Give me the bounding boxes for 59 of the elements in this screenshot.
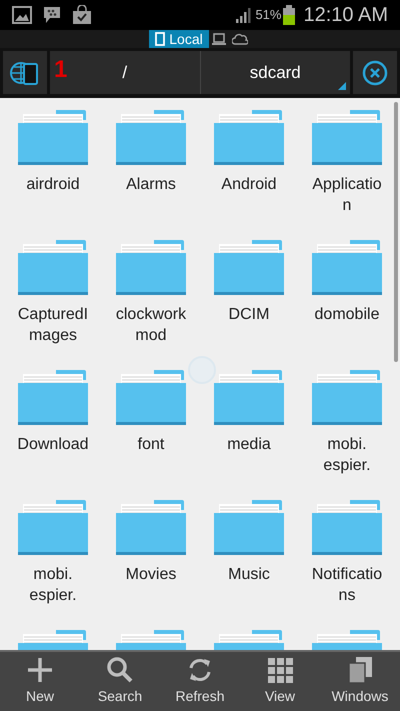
folder-icon[interactable] — [312, 240, 382, 296]
folder-icon[interactable] — [116, 370, 186, 426]
toolbar-button[interactable]: Refresh — [160, 652, 240, 711]
toolbar-button[interactable]: Search — [80, 652, 160, 711]
battery-icon — [283, 5, 296, 25]
battery-percentage: 51% — [255, 6, 282, 24]
folder-icon[interactable] — [214, 240, 284, 296]
globe-phone-icon — [10, 60, 40, 86]
folder-name: CapturedI mages — [18, 305, 88, 346]
folder-name: DCIM — [228, 305, 270, 325]
close-button[interactable] — [353, 51, 397, 94]
folder-icon[interactable] — [18, 110, 88, 166]
folder-name: media — [227, 435, 271, 455]
folder-icon[interactable] — [18, 240, 88, 296]
clock-time: 12:10 AM — [303, 3, 388, 28]
close-icon — [362, 60, 388, 86]
folder-name: Applicatio n — [312, 175, 382, 216]
folder-name: mobi. espier. — [29, 565, 77, 606]
folder-icon[interactable] — [116, 110, 186, 166]
folder-icon[interactable] — [214, 110, 284, 166]
toolbar-button[interactable]: Windows — [320, 652, 400, 711]
folder-icon[interactable] — [214, 500, 284, 556]
grid-icon — [266, 656, 294, 684]
folder-icon[interactable] — [18, 500, 88, 556]
chat-icon — [42, 5, 62, 25]
folder-name: Movies — [126, 565, 176, 585]
network-storage-button[interactable] — [3, 51, 47, 94]
cloud-icon — [232, 33, 248, 45]
image-icon — [12, 6, 32, 24]
local-tab[interactable]: Local — [149, 30, 209, 48]
plus-icon — [26, 656, 54, 684]
folder-name: Notificatio ns — [312, 565, 382, 606]
folder-icon[interactable] — [116, 500, 186, 556]
folder-icon[interactable] — [312, 370, 382, 426]
folder-name: mobi. espier. — [323, 435, 371, 476]
folder-name: font — [138, 435, 164, 455]
folder-icon[interactable] — [18, 370, 88, 426]
folder-name: Music — [228, 565, 270, 585]
folder-name: Android — [221, 175, 277, 195]
folder-icon[interactable] — [312, 110, 382, 166]
folder-name: Alarms — [126, 175, 176, 195]
folder-name: domobile — [314, 305, 380, 325]
folder-icon[interactable] — [312, 500, 382, 556]
folder-name: clockwork mod — [116, 305, 186, 346]
computer-icon — [212, 32, 226, 46]
loading-spinner — [188, 356, 216, 384]
window-number: 1 — [54, 58, 68, 82]
dropdown-icon — [338, 82, 346, 90]
shopping-bag-icon — [72, 5, 92, 25]
search-icon — [106, 656, 134, 684]
path-segment[interactable]: sdcard — [200, 51, 350, 94]
toolbar-button[interactable]: View — [240, 652, 320, 711]
phone-icon — [155, 32, 166, 46]
folder-icon[interactable] — [214, 370, 284, 426]
toolbar-button[interactable]: New — [0, 652, 80, 711]
folder-name: Download — [17, 435, 89, 455]
signal-icon — [235, 7, 252, 23]
folder-icon[interactable] — [116, 240, 186, 296]
folder-name: airdroid — [26, 175, 80, 195]
